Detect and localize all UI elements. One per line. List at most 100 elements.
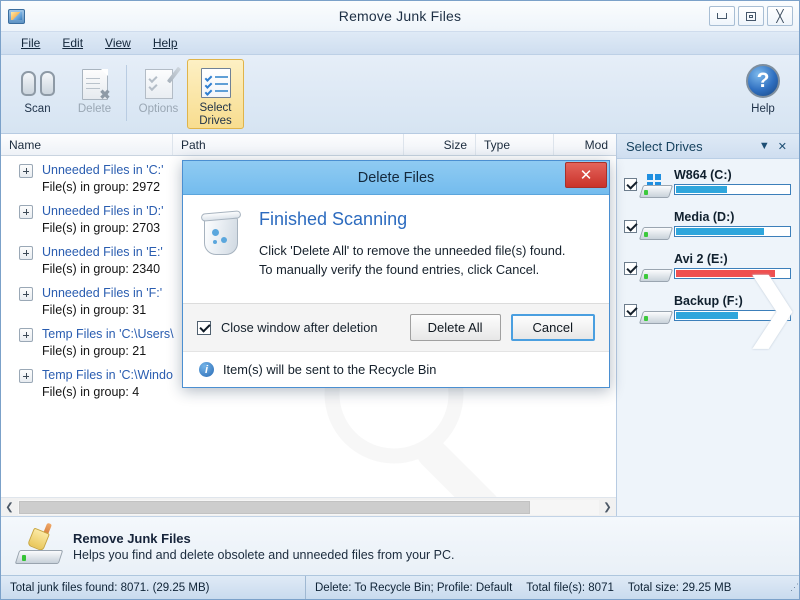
expand-icon[interactable] (19, 287, 33, 301)
dialog-title: Delete Files (357, 169, 435, 186)
delete-document-icon: ✖ (81, 65, 110, 103)
list-item-subtitle: File(s) in group: 2340 (42, 261, 161, 276)
scrollbar-track[interactable] (18, 499, 599, 515)
select-drives-label-line1: Select (199, 101, 232, 114)
dialog-footer: i Item(s) will be sent to the Recycle Bi… (183, 351, 609, 387)
menu-bar: File Edit View Help (1, 32, 799, 55)
help-button[interactable]: ? Help (733, 59, 793, 129)
menu-item-edit[interactable]: Edit (52, 33, 93, 53)
dialog-close-button[interactable]: ✕ (565, 162, 607, 188)
maximize-icon (746, 11, 756, 21)
column-headers: Name Path Size Type Mod (1, 134, 616, 156)
options-button[interactable]: Options (130, 59, 187, 129)
scrollbar-thumb[interactable] (19, 500, 531, 514)
status-total-junk: Total junk files found: 8071. (29.25 MB) (1, 576, 306, 599)
help-button-label: Help (751, 103, 775, 115)
select-drives-label-line2: Drives (199, 114, 232, 127)
list-item-title[interactable]: Temp Files in 'C:\Windo (42, 367, 173, 384)
recycle-bin-icon (199, 209, 245, 257)
menu-item-view[interactable]: View (95, 33, 141, 53)
drive-checkbox[interactable] (624, 178, 637, 191)
scan-button-label: Scan (24, 103, 51, 115)
close-after-deletion-label[interactable]: Close window after deletion (221, 320, 378, 335)
list-item-subtitle: File(s) in group: 2972 (42, 179, 161, 194)
column-header-path[interactable]: Path (173, 134, 404, 155)
binoculars-icon (20, 65, 55, 103)
drive-usage-bar (674, 310, 791, 321)
drives-panel-title: Select Drives (626, 138, 703, 154)
menu-view-label: View (105, 36, 131, 50)
list-item-title[interactable]: Unneeded Files in 'E:' (42, 244, 163, 261)
list-item-title[interactable]: Unneeded Files in 'C:' (42, 162, 164, 179)
info-title: Remove Junk Files (73, 530, 191, 546)
drive-label: Backup (F:) (674, 294, 743, 308)
status-total-files: Total file(s): 8071 (526, 581, 614, 594)
drive-label: W864 (C:) (674, 168, 732, 182)
expand-icon[interactable] (19, 164, 33, 178)
list-item-title[interactable]: Unneeded Files in 'F:' (42, 285, 162, 302)
scan-button[interactable]: Scan (9, 59, 66, 129)
drive-checkbox[interactable] (624, 304, 637, 317)
info-strip: Remove Junk Files Helps you find and del… (1, 516, 799, 575)
drive-usage-bar (674, 268, 791, 279)
expand-icon[interactable] (19, 205, 33, 219)
menu-item-help[interactable]: Help (143, 33, 188, 53)
close-icon[interactable]: ✕ (774, 140, 791, 153)
menu-file-label: File (21, 36, 41, 50)
chevron-right-icon[interactable]: ❯ (599, 498, 616, 516)
chevron-down-icon[interactable]: ▼ (755, 140, 774, 152)
drive-usage-bar (674, 184, 791, 195)
list-item-title[interactable]: Temp Files in 'C:\Users\ (42, 326, 174, 343)
delete-all-button[interactable]: Delete All (409, 314, 501, 341)
status-bar: Total junk files found: 8071. (29.25 MB)… (1, 575, 799, 599)
list-item[interactable]: Media (D:) (617, 208, 799, 250)
application-window: Remove Junk Files ╳ File Edit View Help … (0, 0, 800, 600)
toolbar: Scan ✖ Delete Options Select Drives ? He… (1, 55, 799, 134)
list-item[interactable]: W864 (C:) (617, 166, 799, 208)
expand-icon[interactable] (19, 369, 33, 383)
dialog-body: Finished Scanning Click 'Delete All' to … (183, 195, 609, 303)
drive-label: Avi 2 (E:) (674, 252, 728, 266)
drives-list: W864 (C:) Media (D:) Avi 2 (E:) Backup (… (617, 159, 799, 516)
options-pencil-icon (144, 65, 181, 103)
drive-checkbox[interactable] (624, 262, 637, 275)
select-drives-panel: Select Drives ▼ ✕ W864 (C:) Media (D:) A… (617, 134, 800, 516)
list-item[interactable]: Backup (F:) (617, 292, 799, 334)
list-item-subtitle: File(s) in group: 21 (42, 343, 147, 358)
list-item-subtitle: File(s) in group: 4 (42, 384, 140, 399)
question-mark-icon: ? (746, 64, 780, 98)
checklist-icon (200, 65, 231, 102)
info-subtitle: Helps you find and delete obsolete and u… (73, 547, 455, 562)
column-header-type[interactable]: Type (476, 134, 554, 155)
list-item[interactable]: Avi 2 (E:) (617, 250, 799, 292)
delete-button[interactable]: ✖ Delete (66, 59, 123, 129)
horizontal-scrollbar[interactable]: ❮ ❯ (1, 497, 616, 516)
column-header-name[interactable]: Name (1, 134, 173, 155)
list-item-title[interactable]: Unneeded Files in 'D:' (42, 203, 164, 220)
expand-icon[interactable] (19, 328, 33, 342)
column-header-size[interactable]: Size (404, 134, 476, 155)
menu-edit-label: Edit (62, 36, 84, 50)
expand-icon[interactable] (19, 246, 33, 260)
select-drives-button[interactable]: Select Drives (187, 59, 244, 129)
close-after-deletion-checkbox[interactable] (197, 320, 211, 335)
menu-help-label: Help (152, 36, 178, 50)
delete-files-dialog: Delete Files ✕ Finished Scanning Click '… (182, 160, 610, 388)
list-item-subtitle: File(s) in group: 31 (42, 302, 147, 317)
chevron-left-icon[interactable]: ❮ (1, 498, 18, 516)
title-bar: Remove Junk Files ╳ (1, 1, 799, 32)
delete-button-label: Delete (77, 103, 112, 115)
window-title: Remove Junk Files (338, 8, 462, 24)
hard-drive-icon (638, 174, 674, 198)
broom-drive-icon (14, 522, 64, 564)
status-total-size: Total size: 29.25 MB (627, 581, 732, 594)
drive-checkbox[interactable] (624, 220, 637, 233)
cancel-button[interactable]: Cancel (510, 314, 595, 341)
menu-item-file[interactable]: File (11, 33, 50, 53)
column-header-modified[interactable]: Mod (554, 134, 616, 155)
dialog-title-bar: Delete Files ✕ (183, 161, 609, 195)
resize-grip-icon[interactable]: ⋰ (781, 576, 799, 599)
hard-drive-icon (638, 302, 674, 324)
info-icon: i (199, 362, 214, 377)
dialog-actions: Close window after deletion Delete All C… (183, 303, 609, 351)
